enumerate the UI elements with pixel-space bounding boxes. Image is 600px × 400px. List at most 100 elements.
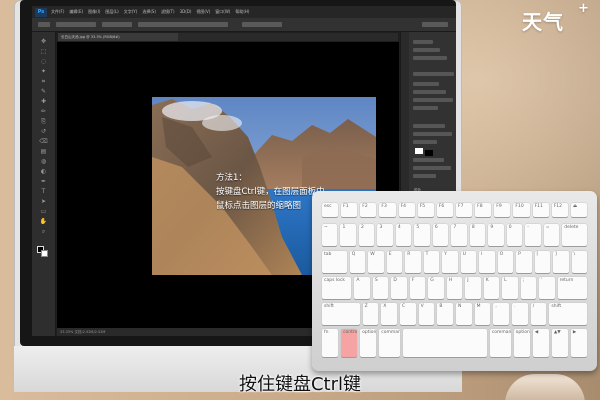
key-j[interactable]: J xyxy=(465,277,481,299)
key-fn[interactable]: fn xyxy=(322,329,339,357)
key-shift[interactable]: shift xyxy=(322,303,360,325)
key-f11[interactable]: F11 xyxy=(532,203,549,217)
panel-control[interactable] xyxy=(413,174,436,178)
key-f10[interactable]: F10 xyxy=(513,203,530,217)
panel-control[interactable] xyxy=(413,106,438,110)
key-i[interactable]: I xyxy=(479,251,495,273)
key-w[interactable]: W xyxy=(368,251,384,273)
key-y[interactable]: Y xyxy=(442,251,458,273)
key-f12[interactable]: F12 xyxy=(551,203,568,217)
panel-control[interactable] xyxy=(413,132,452,136)
path-select-icon[interactable]: ➤ xyxy=(38,198,49,205)
key-command[interactable]: command xyxy=(489,329,511,357)
key-l[interactable]: L xyxy=(502,277,518,299)
menu-item[interactable]: 图像(I) xyxy=(88,9,100,15)
move-icon[interactable]: ✥ xyxy=(38,38,49,45)
key-f6[interactable]: F6 xyxy=(436,203,453,217)
key-return[interactable]: return xyxy=(557,277,587,299)
menu-item[interactable]: 帮助(H) xyxy=(235,9,249,15)
key-delete[interactable]: delete xyxy=(562,224,587,246)
key-f3[interactable]: F3 xyxy=(379,203,396,217)
key-t[interactable]: T xyxy=(423,251,440,273)
key-space[interactable] xyxy=(403,329,487,357)
option-3d-mode[interactable] xyxy=(242,22,282,27)
menu-item[interactable]: 窗口(W) xyxy=(215,9,230,15)
menu-item[interactable]: 滤镜(T) xyxy=(161,9,175,15)
magic-wand-icon[interactable]: ✦ xyxy=(38,68,49,75)
key-c[interactable]: C xyxy=(399,303,416,325)
workspace-switcher[interactable] xyxy=(422,22,448,27)
key--[interactable]: ] xyxy=(553,251,569,273)
panel-control[interactable] xyxy=(413,90,446,94)
key-shift[interactable]: shift xyxy=(549,303,587,325)
key-option[interactable]: option xyxy=(360,329,377,357)
key-tab[interactable]: tab xyxy=(322,251,347,273)
key-4[interactable]: 4 xyxy=(395,224,412,246)
key--[interactable]: , xyxy=(493,303,510,325)
key-6[interactable]: 6 xyxy=(432,224,449,246)
panel-control[interactable] xyxy=(413,166,451,170)
key--[interactable]: ▲▼ xyxy=(551,329,568,357)
shape-icon[interactable]: ▭ xyxy=(38,208,49,215)
document-tab[interactable]: 长白山天池.jpg @ 33.3% (RGB/8#) xyxy=(58,33,178,41)
key-h[interactable]: H xyxy=(446,277,463,299)
key-p[interactable]: P xyxy=(516,251,532,273)
key-f[interactable]: F xyxy=(409,277,426,299)
key--[interactable]: = xyxy=(543,224,560,246)
key-option[interactable]: option xyxy=(513,329,530,357)
key-a[interactable]: A xyxy=(354,277,370,299)
panel-control[interactable] xyxy=(413,124,445,128)
key-f2[interactable]: F2 xyxy=(360,203,377,217)
key--[interactable]: / xyxy=(530,303,547,325)
key-esc[interactable]: esc xyxy=(322,203,339,217)
panel-control[interactable] xyxy=(413,72,454,76)
marquee-icon[interactable]: ⬚ xyxy=(38,48,49,55)
menu-item[interactable]: 3D(D) xyxy=(180,9,192,15)
key--[interactable]: ; xyxy=(520,277,537,299)
key-z[interactable]: Z xyxy=(362,303,379,325)
lasso-icon[interactable]: ◌ xyxy=(38,58,49,65)
key-n[interactable]: N xyxy=(456,303,472,325)
key--[interactable]: ' xyxy=(539,277,555,299)
key-caps-lock[interactable]: caps lock xyxy=(322,277,352,299)
pen-icon[interactable]: ✒ xyxy=(38,178,49,185)
key-3[interactable]: 3 xyxy=(377,224,393,246)
menu-item[interactable]: 编辑(E) xyxy=(69,9,83,15)
panel-control[interactable] xyxy=(413,82,439,86)
panel-control[interactable] xyxy=(413,56,447,60)
key-o[interactable]: O xyxy=(497,251,514,273)
key-9[interactable]: 9 xyxy=(488,224,504,246)
key-s[interactable]: S xyxy=(372,277,389,299)
eyedropper-icon[interactable]: ✎ xyxy=(38,88,49,95)
panel-control[interactable] xyxy=(413,158,444,162)
hand-icon[interactable]: ✋ xyxy=(38,218,49,225)
key--[interactable]: \ xyxy=(571,251,587,273)
key-control[interactable]: control xyxy=(341,329,358,357)
option-align-buttons[interactable] xyxy=(138,22,228,27)
menu-item[interactable]: 选择(S) xyxy=(142,9,156,15)
menu-item[interactable]: 文字(Y) xyxy=(124,9,138,15)
key-u[interactable]: U xyxy=(460,251,477,273)
background-color-swatch[interactable] xyxy=(41,250,48,257)
key--[interactable]: ◀ xyxy=(532,329,549,357)
key-1[interactable]: 1 xyxy=(340,224,356,246)
key--[interactable]: ~ xyxy=(322,224,338,246)
healing-icon[interactable]: ✚ xyxy=(38,98,49,105)
crop-icon[interactable]: ⌗ xyxy=(38,78,49,85)
panel-control[interactable] xyxy=(413,40,433,44)
eraser-icon[interactable]: ⌫ xyxy=(38,138,49,145)
panel-color-chip[interactable] xyxy=(425,150,433,156)
key-q[interactable]: Q xyxy=(349,251,366,273)
panel-control[interactable] xyxy=(413,48,440,52)
key-k[interactable]: K xyxy=(483,277,500,299)
key-v[interactable]: V xyxy=(418,303,435,325)
key-f4[interactable]: F4 xyxy=(398,203,415,217)
key-m[interactable]: M xyxy=(474,303,491,325)
key-f9[interactable]: F9 xyxy=(494,203,511,217)
key--[interactable]: - xyxy=(525,224,541,246)
key-r[interactable]: R xyxy=(405,251,421,273)
key-7[interactable]: 7 xyxy=(451,224,467,246)
key-2[interactable]: 2 xyxy=(358,224,375,246)
option-transform-controls[interactable] xyxy=(102,22,132,27)
stamp-icon[interactable]: ⎘ xyxy=(38,118,49,125)
